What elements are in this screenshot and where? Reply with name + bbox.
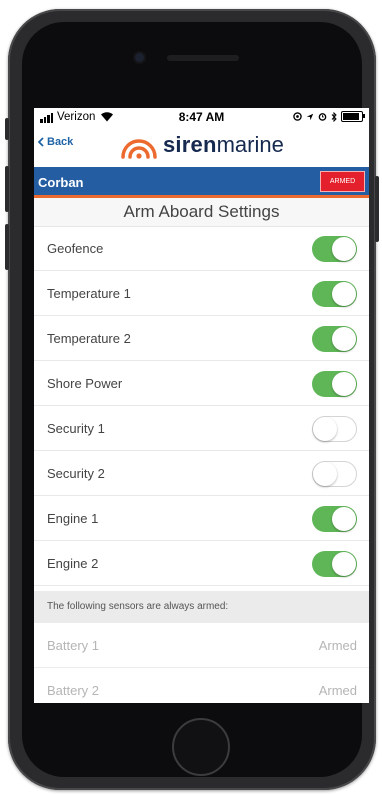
setting-toggle[interactable] xyxy=(312,236,357,262)
setting-row: Temperature 2 xyxy=(34,316,369,361)
setting-row: Shore Power xyxy=(34,361,369,406)
setting-row: Security 2 xyxy=(34,451,369,496)
always-armed-label: Battery 2 xyxy=(47,683,100,698)
always-armed-value: Armed xyxy=(318,638,357,653)
app-screen: Verizon 8:47 AM Back siren marine Corban… xyxy=(34,108,369,703)
front-camera xyxy=(135,53,144,62)
setting-row: Engine 2 xyxy=(34,541,369,586)
siren-logo-icon xyxy=(121,139,157,159)
setting-row: Temperature 1 xyxy=(34,271,369,316)
silent-switch xyxy=(5,118,9,140)
setting-toggle[interactable] xyxy=(312,461,357,487)
siren-marine-logo: siren marine xyxy=(120,130,284,160)
logo-text-bold: siren xyxy=(163,132,217,157)
setting-toggle[interactable] xyxy=(312,506,357,532)
page-title: Arm Aboard Settings xyxy=(34,198,369,227)
toggle-knob xyxy=(332,282,356,306)
setting-label: Security 1 xyxy=(47,421,105,436)
setting-toggle[interactable] xyxy=(312,371,357,397)
toggle-knob xyxy=(332,327,356,351)
toggle-knob xyxy=(332,507,356,531)
setting-label: Temperature 1 xyxy=(47,286,131,301)
location-icon xyxy=(293,112,302,121)
alarm-icon xyxy=(318,113,327,121)
back-label: Back xyxy=(47,136,74,148)
back-button[interactable]: Back xyxy=(38,136,73,148)
setting-toggle[interactable] xyxy=(312,551,357,577)
boat-header-bar: Corban ARMED xyxy=(34,167,369,198)
always-armed-row: Battery 1 Armed xyxy=(34,623,369,668)
earpiece-speaker xyxy=(167,55,239,61)
setting-row: Security 1 xyxy=(34,406,369,451)
toggle-knob xyxy=(332,552,356,576)
logo-text-light: marine xyxy=(216,132,284,157)
setting-toggle[interactable] xyxy=(312,326,357,352)
nav-bar: Back siren marine xyxy=(34,126,369,168)
setting-label: Security 2 xyxy=(47,466,105,481)
volume-up-button xyxy=(5,166,9,212)
status-icons xyxy=(293,111,365,122)
power-button xyxy=(375,176,379,242)
setting-label: Shore Power xyxy=(47,376,123,391)
toggle-knob xyxy=(332,372,356,396)
setting-row: Engine 1 xyxy=(34,496,369,541)
toggle-knob xyxy=(332,237,356,261)
chevron-left-icon xyxy=(38,137,44,147)
always-armed-header-text: The following sensors are always armed: xyxy=(47,601,229,612)
setting-row: Geofence xyxy=(34,226,369,271)
bluetooth-icon xyxy=(331,111,337,122)
toggle-knob xyxy=(313,417,337,441)
armed-status-button[interactable]: ARMED xyxy=(320,171,365,192)
setting-toggle[interactable] xyxy=(312,281,357,307)
battery-icon xyxy=(341,111,365,122)
volume-down-button xyxy=(5,224,9,270)
always-armed-value: Armed xyxy=(318,683,357,698)
location-arrow-icon xyxy=(306,113,314,120)
toggle-knob xyxy=(313,462,337,486)
setting-label: Engine 2 xyxy=(47,556,99,571)
status-bar: Verizon 8:47 AM xyxy=(34,108,369,126)
always-armed-label: Battery 1 xyxy=(47,638,100,653)
always-armed-row: Battery 2 Armed xyxy=(34,668,369,703)
boat-name: Corban xyxy=(38,175,84,190)
always-armed-header: The following sensors are always armed: xyxy=(34,591,369,623)
setting-label: Geofence xyxy=(47,241,104,256)
home-button[interactable] xyxy=(172,718,230,776)
setting-label: Engine 1 xyxy=(47,511,99,526)
setting-label: Temperature 2 xyxy=(47,331,131,346)
setting-toggle[interactable] xyxy=(312,416,357,442)
